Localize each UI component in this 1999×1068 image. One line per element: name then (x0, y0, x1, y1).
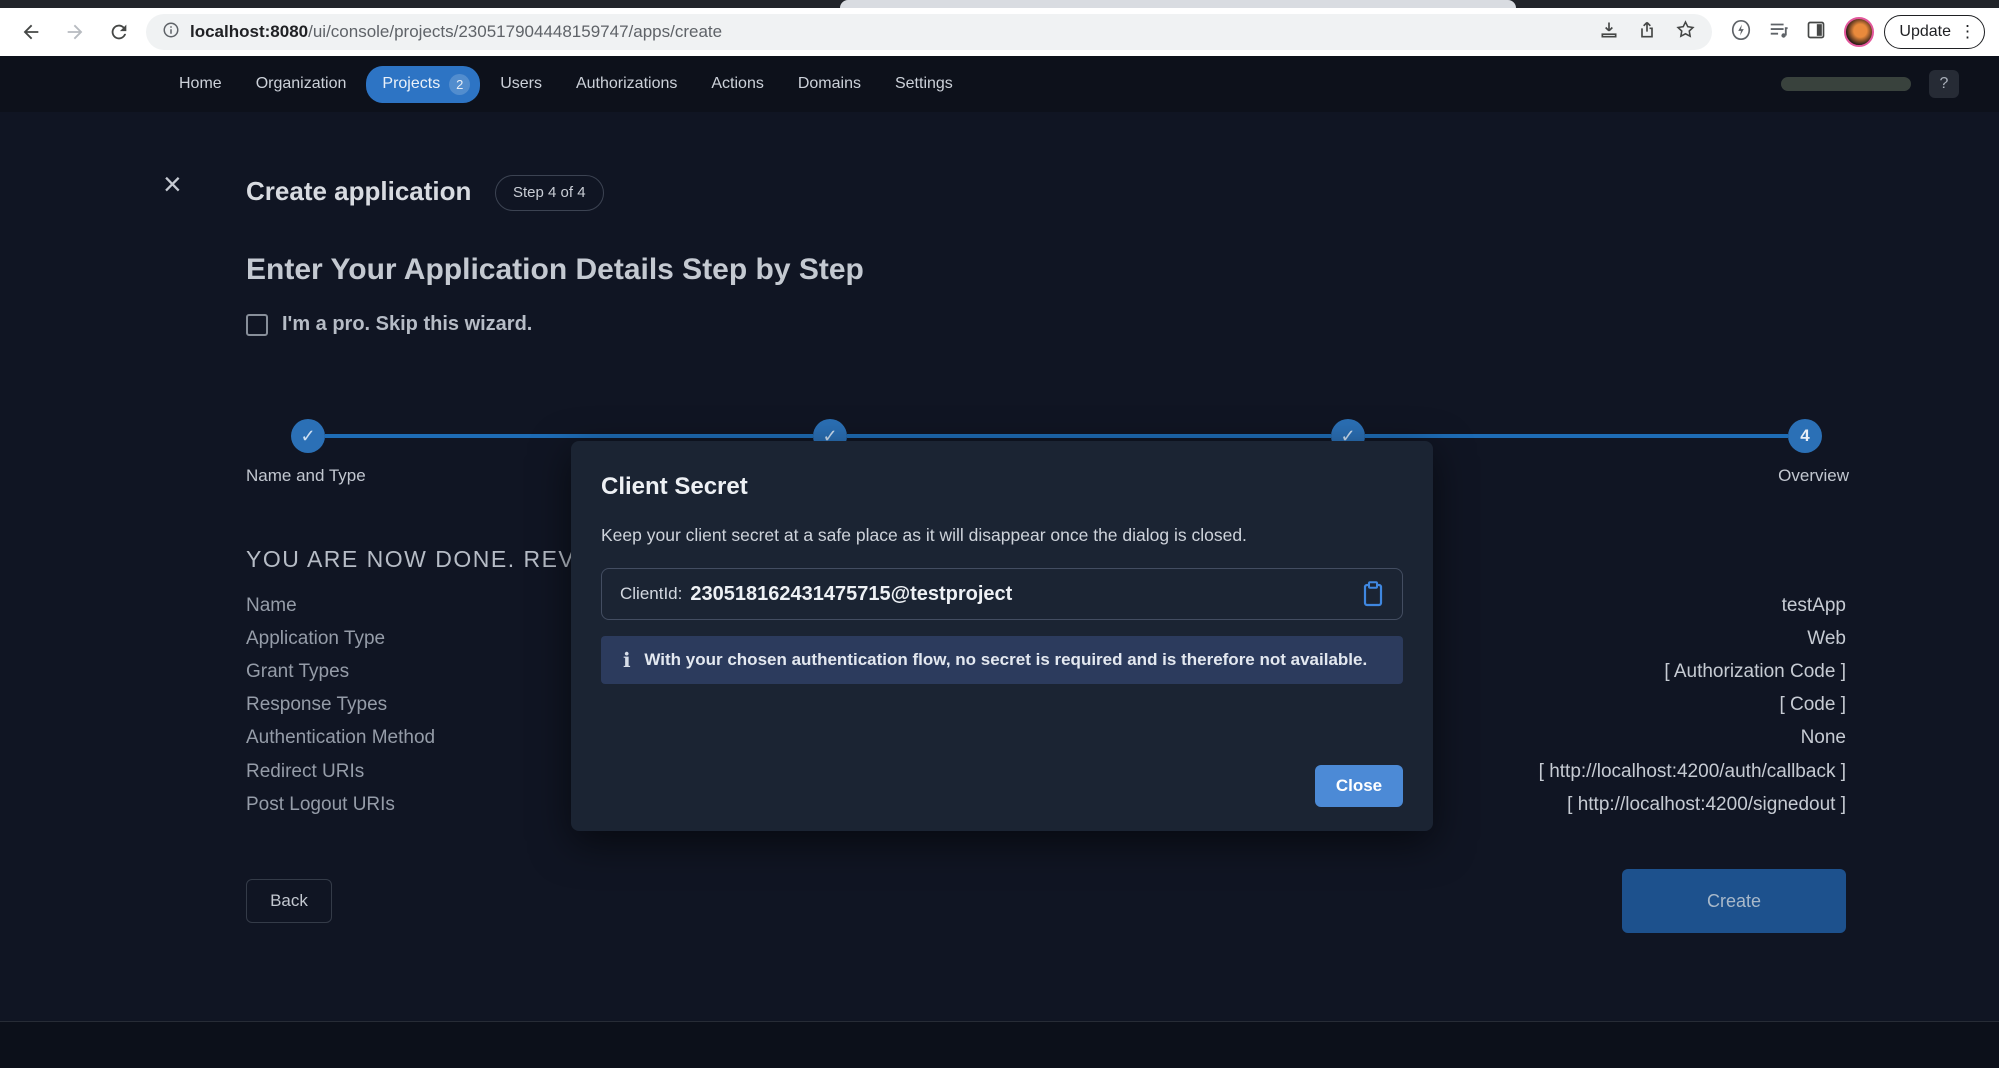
skip-wizard-checkbox[interactable] (246, 314, 268, 336)
back-button[interactable]: Back (246, 879, 332, 923)
nav-item-home[interactable]: Home (165, 67, 236, 101)
extension-leaf-icon[interactable] (1730, 19, 1752, 46)
review-label: Post Logout URIs (246, 794, 395, 816)
dialog-title: Client Secret (601, 473, 1403, 501)
reload-icon[interactable] (102, 15, 136, 49)
review-value: [ http://localhost:4200/auth/callback ] (1539, 761, 1846, 783)
projects-count-badge: 2 (449, 74, 470, 95)
browser-tab-strip (0, 0, 1999, 8)
nav-item-domains[interactable]: Domains (784, 67, 875, 101)
url-bar[interactable]: localhost:8080/ui/console/projects/23051… (146, 14, 1712, 50)
active-tab[interactable] (840, 0, 1516, 8)
dialog-description: Keep your client secret at a safe place … (601, 525, 1403, 546)
nav-item-authorizations[interactable]: Authorizations (562, 67, 691, 101)
url-path: /ui/console/projects/230517904448159747/… (308, 22, 722, 41)
download-icon[interactable] (1599, 20, 1619, 45)
review-label: Authentication Method (246, 727, 435, 749)
info-banner: ℹ With your chosen authentication flow, … (601, 636, 1403, 684)
review-value: [ Code ] (1779, 694, 1846, 716)
help-button[interactable]: ? (1929, 70, 1959, 98)
review-label: Grant Types (246, 661, 349, 683)
info-icon: ℹ (623, 648, 631, 672)
stepper-line-3 (1365, 434, 1788, 438)
stepper-step4-label: Overview (1778, 466, 1849, 486)
review-heading: YOU ARE NOW DONE. REVIEW (246, 546, 623, 573)
profile-avatar[interactable] (1844, 17, 1874, 47)
client-id-value: 230518162431475715@testproject (690, 583, 1012, 606)
review-value: [ Authorization Code ] (1664, 661, 1846, 683)
skip-wizard-label: I'm a pro. Skip this wizard. (282, 313, 532, 336)
close-wizard-icon[interactable]: × (163, 168, 182, 200)
create-button[interactable]: Create (1622, 869, 1846, 933)
review-value: None (1801, 727, 1846, 749)
review-label: Redirect URIs (246, 761, 364, 783)
nav-items: Home Organization Projects 2 Users Autho… (165, 66, 967, 103)
menu-dots-icon[interactable]: ⋮ (1959, 22, 1976, 42)
url-host: localhost:8080 (190, 22, 308, 41)
extension-playlist-icon[interactable] (1768, 19, 1790, 46)
console-nav: Home Organization Projects 2 Users Autho… (0, 56, 1999, 112)
wizard-heading: Enter Your Application Details Step by S… (246, 253, 864, 287)
review-value: Web (1807, 628, 1846, 650)
step-badge: Step 4 of 4 (495, 175, 604, 211)
stepper-step4-circle[interactable]: 4 (1788, 419, 1822, 453)
nav-item-users[interactable]: Users (486, 67, 556, 101)
share-icon[interactable] (1637, 20, 1657, 45)
client-secret-dialog: Client Secret Keep your client secret at… (571, 441, 1433, 831)
client-id-label: ClientId: (620, 584, 682, 604)
forward-icon[interactable] (58, 15, 92, 49)
stepper-line-2 (847, 434, 1331, 438)
extensions-area (1722, 19, 1834, 46)
dialog-actions: Close (601, 765, 1403, 807)
stepper-line-1 (325, 434, 813, 438)
sidebar-toggle-icon[interactable] (1806, 20, 1826, 45)
url-text[interactable]: localhost:8080/ui/console/projects/23051… (190, 22, 722, 42)
skip-wizard-row: I'm a pro. Skip this wizard. (246, 313, 532, 336)
browser-toolbar: localhost:8080/ui/console/projects/23051… (0, 8, 1999, 56)
review-label: Application Type (246, 628, 385, 650)
review-label: Response Types (246, 694, 387, 716)
nav-item-projects-label: Projects (382, 75, 440, 93)
client-id-field[interactable]: ClientId: 230518162431475715@testproject (601, 568, 1403, 620)
bookmark-star-icon[interactable] (1675, 19, 1696, 45)
page-footer (0, 1021, 1999, 1068)
copy-to-clipboard-icon[interactable] (1362, 581, 1384, 607)
nav-item-organization[interactable]: Organization (242, 67, 361, 101)
back-icon[interactable] (14, 15, 48, 49)
update-button[interactable]: Update ⋮ (1884, 15, 1985, 49)
review-value: [ http://localhost:4200/signedout ] (1567, 794, 1846, 816)
org-skeleton-loader (1781, 77, 1911, 91)
stepper-step1-check-icon[interactable]: ✓ (291, 419, 325, 453)
page-title: Create application (246, 176, 471, 207)
review-value: testApp (1782, 595, 1846, 617)
close-dialog-button[interactable]: Close (1315, 765, 1403, 807)
update-label: Update (1899, 23, 1951, 41)
review-label: Name (246, 595, 297, 617)
site-info-icon[interactable] (162, 21, 180, 44)
info-banner-text: With your chosen authentication flow, no… (631, 650, 1381, 670)
stepper-step1-label: Name and Type (246, 466, 366, 486)
nav-item-projects[interactable]: Projects 2 (366, 66, 480, 103)
nav-item-settings[interactable]: Settings (881, 67, 967, 101)
nav-item-actions[interactable]: Actions (697, 67, 777, 101)
